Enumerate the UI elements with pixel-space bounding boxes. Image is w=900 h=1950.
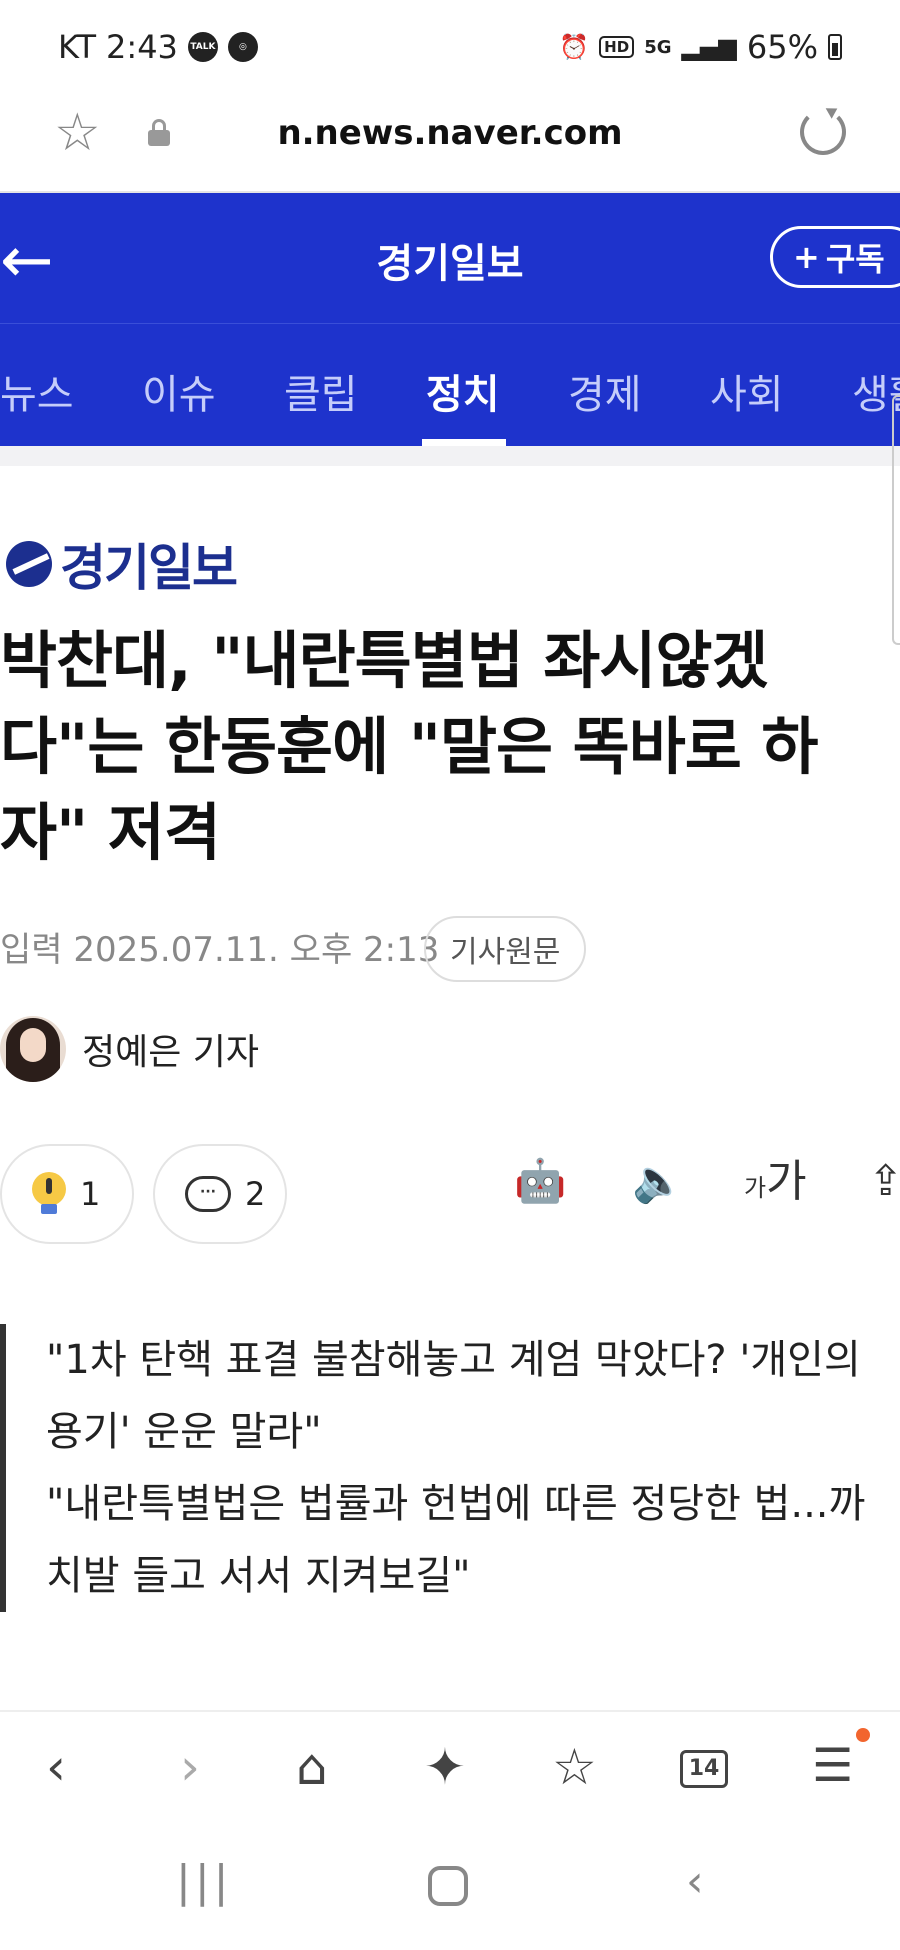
camera-shutter-icon: ◎: [227, 32, 258, 62]
comment-bubble-icon: ···: [185, 1176, 231, 1212]
battery-icon: [828, 34, 842, 60]
comment-count: 2: [245, 1175, 266, 1213]
publisher-logo[interactable]: 경기일보: [6, 528, 238, 600]
summary-line: "1차 탄핵 표결 불참해놓고 계엄 막았다? '개인의 용기' 운운 말라": [46, 1337, 861, 1455]
menu-icon[interactable]: ☰: [812, 1742, 853, 1788]
speaker-icon[interactable]: 🔈: [632, 1160, 684, 1202]
status-bar: KT 2:43 TALK ◎ ⏰ HD 5G ▂▄▆ 65%: [0, 0, 900, 95]
tab-issue[interactable]: 이슈: [142, 362, 216, 420]
kakaotalk-icon: TALK: [187, 32, 218, 62]
category-tabs: 뉴스 이슈 클립 정치 경제 사회 생활: [0, 323, 900, 446]
tab-society[interactable]: 사회: [710, 362, 784, 420]
forward-icon[interactable]: ›: [180, 1742, 200, 1792]
original-article-button[interactable]: 기사원문: [424, 916, 587, 982]
tab-politics[interactable]: 정치: [426, 362, 500, 420]
system-back-icon[interactable]: ‹: [686, 1860, 704, 1904]
home-icon[interactable]: ⌂: [296, 1742, 328, 1792]
subscribe-button[interactable]: + 구독: [770, 226, 900, 288]
carrier-label: KT: [58, 28, 97, 66]
tab-economy[interactable]: 경제: [568, 362, 642, 420]
publisher-emblem-icon: [6, 541, 52, 587]
author-row[interactable]: 정예은 기자: [0, 1016, 259, 1082]
plus-icon: +: [793, 238, 820, 276]
font-small-label: 가: [744, 1174, 767, 1202]
reaction-button[interactable]: 1: [0, 1144, 134, 1244]
section-gap: [0, 446, 900, 466]
url-bar: ☆ n.news.naver.com: [0, 95, 900, 193]
back-icon[interactable]: ‹: [46, 1742, 66, 1792]
bookmarks-star-icon[interactable]: ☆: [552, 1742, 597, 1792]
hd-voice-icon: HD: [599, 36, 635, 58]
sparkle-icon[interactable]: ✦: [424, 1742, 466, 1792]
recents-icon[interactable]: |||: [176, 1860, 232, 1904]
article-headline: 박찬대, "내란특별법 좌시않겠다"는 한동훈에 "말은 똑바로 하자" 저격: [0, 624, 818, 869]
tabs-button[interactable]: 14: [680, 1750, 728, 1788]
active-tab-indicator: [422, 439, 506, 446]
reload-icon[interactable]: [800, 109, 846, 155]
published-date: 입력 2025.07.11. 오후 2:13: [0, 922, 439, 971]
lightbulb-icon: [32, 1172, 66, 1216]
side-panel-handle[interactable]: [892, 395, 900, 645]
alarm-icon: ⏰: [559, 33, 590, 61]
battery-percent: 65%: [746, 28, 818, 66]
font-size-button[interactable]: 가가: [744, 1160, 807, 1204]
reaction-count: 1: [80, 1175, 101, 1213]
comment-button[interactable]: ··· 2: [153, 1144, 287, 1244]
press-header: ← 경기일보 + 구독: [0, 193, 900, 323]
url-text[interactable]: n.news.naver.com: [0, 113, 900, 153]
article-summary: "1차 탄핵 표결 불참해놓고 계엄 막았다? '개인의 용기' 운운 말라" …: [0, 1324, 900, 1612]
browser-toolbar: ‹ › ⌂ ✦ ☆ 14 ☰: [0, 1710, 900, 1830]
summary-line: "내란특별법은 법률과 헌법에 따른 정당한 법...까치발 들고 서서 지켜보…: [46, 1481, 866, 1599]
notification-dot: [856, 1728, 870, 1742]
system-navigation-bar: ||| ‹: [0, 1830, 900, 1950]
date-value: 2025.07.11. 오후 2:13: [73, 930, 440, 970]
network-type-icon: 5G: [644, 36, 672, 58]
status-right: ⏰ HD 5G ▂▄▆ 65%: [559, 28, 842, 66]
author-name[interactable]: 정예은 기자: [82, 1023, 259, 1075]
font-large-label: 가: [766, 1156, 807, 1207]
press-title[interactable]: 경기일보: [0, 231, 900, 289]
tab-news[interactable]: 뉴스: [0, 362, 74, 420]
clock: 2:43: [106, 28, 178, 66]
share-icon[interactable]: ⇪: [868, 1160, 900, 1202]
signal-icon: ▂▄▆: [681, 33, 737, 61]
home-button-icon[interactable]: [428, 1866, 468, 1906]
status-left: KT 2:43 TALK ◎: [58, 28, 258, 66]
publisher-logo-text: 경기일보: [60, 538, 238, 597]
tab-clip[interactable]: 클립: [284, 362, 358, 420]
author-avatar[interactable]: [0, 1016, 66, 1082]
subscribe-label: 구독: [825, 240, 885, 278]
ai-summary-robot-icon[interactable]: 🤖: [514, 1160, 566, 1202]
date-label: 입력: [0, 930, 63, 970]
